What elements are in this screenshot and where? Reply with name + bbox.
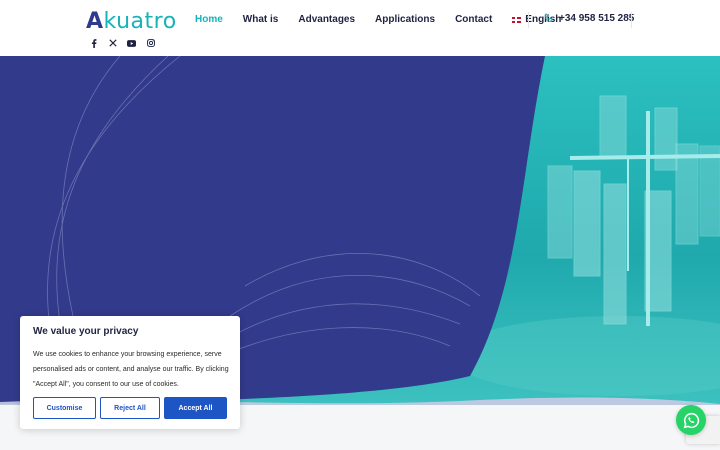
header-divider bbox=[528, 12, 529, 28]
nav-advantages[interactable]: Advantages bbox=[298, 13, 355, 27]
whatsapp-button[interactable] bbox=[676, 405, 706, 435]
customise-button[interactable]: Customise bbox=[33, 397, 96, 419]
uk-flag-icon bbox=[512, 17, 522, 23]
nav-home[interactable]: Home bbox=[195, 13, 223, 27]
facebook-icon[interactable] bbox=[84, 37, 103, 49]
nav-applications[interactable]: Applications bbox=[375, 13, 435, 27]
x-icon[interactable] bbox=[103, 37, 122, 49]
cookie-text: We use cookies to enhance your browsing … bbox=[33, 351, 229, 388]
cookie-buttons: Customise Reject All Accept All bbox=[33, 397, 227, 419]
logo-text: Akuatro bbox=[86, 9, 177, 34]
site-header: Akuatro Home What is Advantages Applicat… bbox=[0, 0, 720, 56]
phone-icon bbox=[545, 13, 553, 22]
cookie-consent-banner: We value your privacy We use cookies to … bbox=[20, 316, 240, 429]
header-divider-right bbox=[631, 12, 632, 28]
phone-link[interactable]: +34 958 515 285 bbox=[543, 13, 634, 24]
accept-all-button[interactable]: Accept All bbox=[164, 397, 227, 419]
cookie-title: We value your privacy bbox=[33, 326, 139, 337]
whatsapp-icon bbox=[683, 412, 699, 428]
instagram-icon[interactable] bbox=[141, 37, 160, 49]
nav-contact[interactable]: Contact bbox=[455, 13, 492, 27]
main-nav: Home What is Advantages Applications Con… bbox=[195, 13, 581, 27]
youtube-icon[interactable] bbox=[122, 37, 141, 49]
phone-number: +34 958 515 285 bbox=[559, 13, 635, 24]
logo-rest: kuatro bbox=[103, 9, 177, 34]
logo-initial: A bbox=[86, 9, 104, 34]
logo[interactable]: Akuatro bbox=[84, 6, 177, 34]
nav-what-is[interactable]: What is bbox=[243, 13, 279, 27]
social-links bbox=[84, 37, 160, 49]
reject-all-button[interactable]: Reject All bbox=[100, 397, 160, 419]
